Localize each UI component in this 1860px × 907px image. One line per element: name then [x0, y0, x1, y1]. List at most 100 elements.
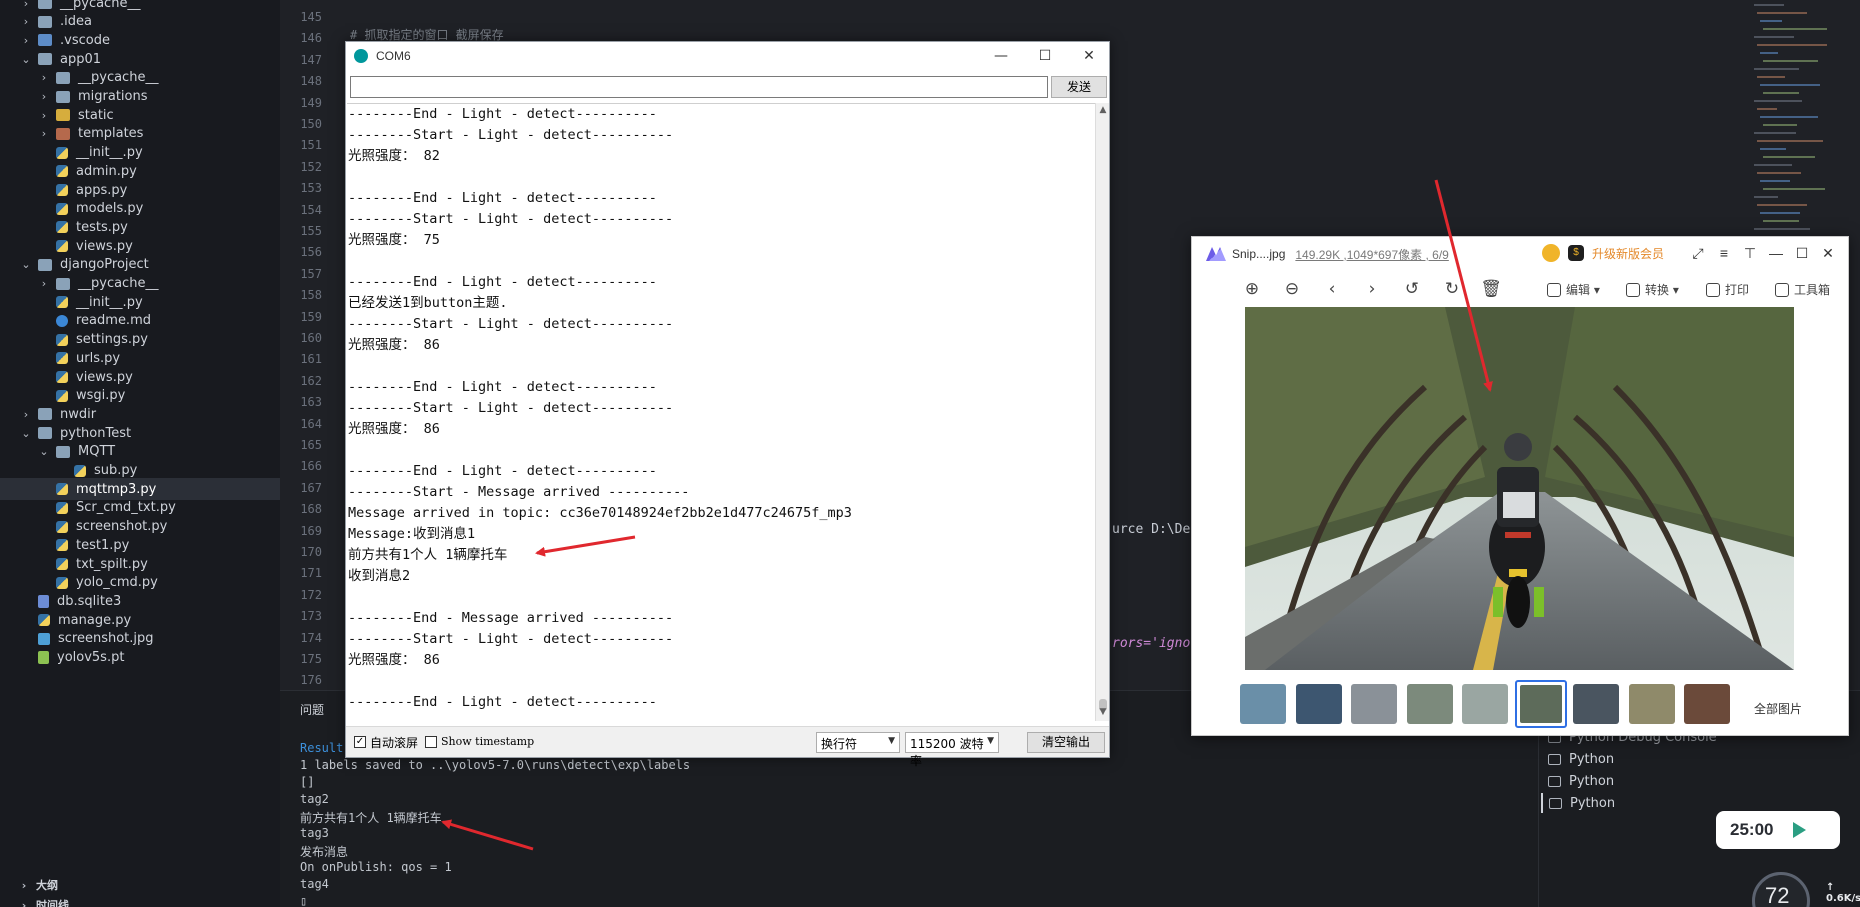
minimize-icon[interactable]: — [983, 45, 1019, 67]
scroll-down-icon[interactable]: ▼ [1096, 707, 1110, 717]
terminal-instance-label: Python [1569, 751, 1615, 767]
zoom-in-icon[interactable]: ⊕ [1241, 279, 1263, 299]
menu-icon[interactable]: ≡ [1715, 245, 1733, 261]
tree-item-label: test1.py [76, 537, 130, 553]
line-number: 172 [300, 587, 322, 602]
tree-item-label: txt_spilt.py [76, 556, 148, 572]
folder-icon [56, 445, 70, 458]
chevron-down-icon[interactable]: ⌄ [20, 53, 32, 66]
serial-footer: ✓ 自动滚屏 Show timestamp 换行符 ▼ 115200 波特率 ▼… [346, 726, 1109, 768]
thumbnail[interactable] [1240, 684, 1286, 724]
toolbox-button[interactable]: 工具箱 [1775, 281, 1830, 298]
toolbox-label: 工具箱 [1794, 283, 1831, 297]
upgrade-member-button[interactable]: $ 升级新版会员 [1542, 244, 1664, 262]
line-number: 153 [300, 181, 322, 196]
maximize-icon[interactable]: ☐ [1027, 45, 1063, 67]
timeline-section[interactable]: › 时间线 [0, 895, 280, 907]
serial-output[interactable]: --------End - Light - detect---------- --… [347, 103, 1095, 721]
minimize-icon[interactable]: — [1767, 245, 1785, 261]
python-file-icon [56, 296, 68, 309]
terminal-instance[interactable]: Python [1541, 793, 1615, 813]
serial-line: --------End - Message arrived ---------- [348, 610, 674, 626]
clear-output-button[interactable]: 清空输出 [1027, 732, 1105, 753]
close-icon[interactable]: ✕ [1071, 45, 1107, 67]
tree-item-label: readme.md [76, 313, 151, 329]
line-ending-select[interactable]: 换行符 ▼ [816, 732, 900, 753]
terminal-output[interactable]: Result 1 labels saved to ..\yolov5-7.0\ru… [300, 741, 690, 907]
send-button[interactable]: 发送 [1051, 76, 1107, 98]
line-number: 150 [300, 117, 322, 131]
serial-line: 光照强度： 75 [348, 232, 440, 248]
outline-section[interactable]: › 大纲 [0, 875, 280, 895]
chevron-right-icon[interactable]: › [20, 34, 32, 47]
image-meta[interactable]: 149.29K ,1049*697像素 , 6/9 [1295, 246, 1448, 263]
chevron-right-icon[interactable]: › [20, 15, 32, 28]
delete-icon[interactable]: 🗑 [1480, 279, 1502, 299]
tree-item-label: manage.py [58, 612, 132, 628]
baud-rate-select[interactable]: 115200 波特率 ▼ [905, 732, 999, 768]
chevron-down-icon[interactable]: ⌄ [38, 445, 50, 458]
python-file-icon [56, 146, 68, 159]
python-file-icon [56, 202, 68, 215]
next-icon[interactable]: › [1361, 279, 1383, 299]
thumbnail[interactable] [1573, 684, 1619, 724]
window-titlebar[interactable]: COM6 — ☐ ✕ [346, 42, 1109, 70]
play-icon[interactable] [1793, 822, 1807, 838]
viewer-titlebar[interactable]: Snip....jpg 149.29K ,1049*697像素 , 6/9 $ … [1192, 237, 1848, 271]
zoom-out-icon[interactable]: ⊖ [1281, 279, 1303, 299]
thumbnail[interactable] [1514, 680, 1567, 728]
chevron-right-icon[interactable]: › [20, 0, 32, 10]
python-file-icon [56, 352, 68, 365]
terminal-icon [1549, 797, 1562, 809]
previous-icon[interactable]: ‹ [1321, 279, 1343, 299]
terminal-instance[interactable]: Python [1548, 749, 1614, 769]
info-icon [56, 314, 68, 327]
tab-problems[interactable]: 问题 [300, 701, 324, 718]
chevron-right-icon[interactable]: › [38, 277, 50, 290]
thumbnail[interactable] [1295, 684, 1342, 724]
thumbnail[interactable] [1406, 684, 1453, 724]
print-button[interactable]: 打印 [1706, 281, 1749, 298]
chevron-down-icon[interactable]: ⌄ [20, 427, 32, 440]
convert-button[interactable]: 转换 ▾ [1626, 281, 1679, 298]
tree-item[interactable]: yolov5s.pt [0, 647, 280, 669]
fullscreen-icon[interactable]: ⤢ [1689, 245, 1707, 262]
chevron-right-icon[interactable]: › [38, 109, 50, 122]
minimap-line [1763, 124, 1797, 126]
rotate-left-icon[interactable]: ↺ [1401, 279, 1423, 299]
chevron-right-icon[interactable]: › [38, 71, 50, 84]
serial-line: Message:收到消息1 [348, 526, 476, 542]
thumbnail[interactable] [1462, 684, 1508, 724]
minimap-line [1760, 212, 1800, 214]
edit-button[interactable]: 编辑 ▾ [1547, 281, 1600, 298]
chevron-right-icon[interactable]: › [38, 90, 50, 103]
terminal-instance-label: Python [1570, 795, 1616, 811]
pomodoro-timer[interactable]: 25:00 [1716, 811, 1840, 849]
all-images-link[interactable]: 全部图片 [1754, 700, 1802, 717]
serial-line: --------End - Light - detect---------- [348, 694, 657, 710]
thumbnail[interactable] [1628, 684, 1675, 724]
vertical-scrollbar[interactable]: ▲ ▼ [1095, 103, 1109, 721]
chevron-right-icon[interactable]: › [38, 127, 50, 140]
python-file-icon [56, 240, 68, 253]
rotate-right-icon[interactable]: ↻ [1441, 279, 1463, 299]
viewer-toolbar: ⊕ ⊖ ‹ › ↺ ↻ 🗑 编辑 ▾ 转换 ▾ 打印 工具箱 [1192, 271, 1848, 307]
pin-icon[interactable]: ⊤ [1741, 245, 1759, 262]
serial-line: --------End - Light - detect---------- [348, 106, 657, 122]
thumbnail[interactable] [1684, 684, 1730, 724]
thumbnail[interactable] [1351, 684, 1397, 724]
chevron-down-icon[interactable]: ⌄ [20, 258, 32, 271]
terminal-instance[interactable]: Python [1548, 771, 1614, 791]
close-icon[interactable]: ✕ [1819, 245, 1837, 262]
print-label: 打印 [1725, 283, 1750, 297]
timestamp-checkbox[interactable] [425, 736, 437, 748]
serial-send-input[interactable] [350, 76, 1048, 98]
maximize-icon[interactable]: ☐ [1793, 245, 1811, 262]
autoscroll-checkbox[interactable]: ✓ [354, 736, 366, 748]
chevron-right-icon[interactable]: › [20, 408, 32, 421]
photo-motorcycle-road[interactable] [1245, 307, 1794, 670]
tree-item-label: pythonTest [60, 425, 132, 441]
scroll-up-icon[interactable]: ▲ [1096, 105, 1110, 115]
line-number: 149 [300, 95, 322, 110]
minimap[interactable] [1750, 0, 1860, 250]
